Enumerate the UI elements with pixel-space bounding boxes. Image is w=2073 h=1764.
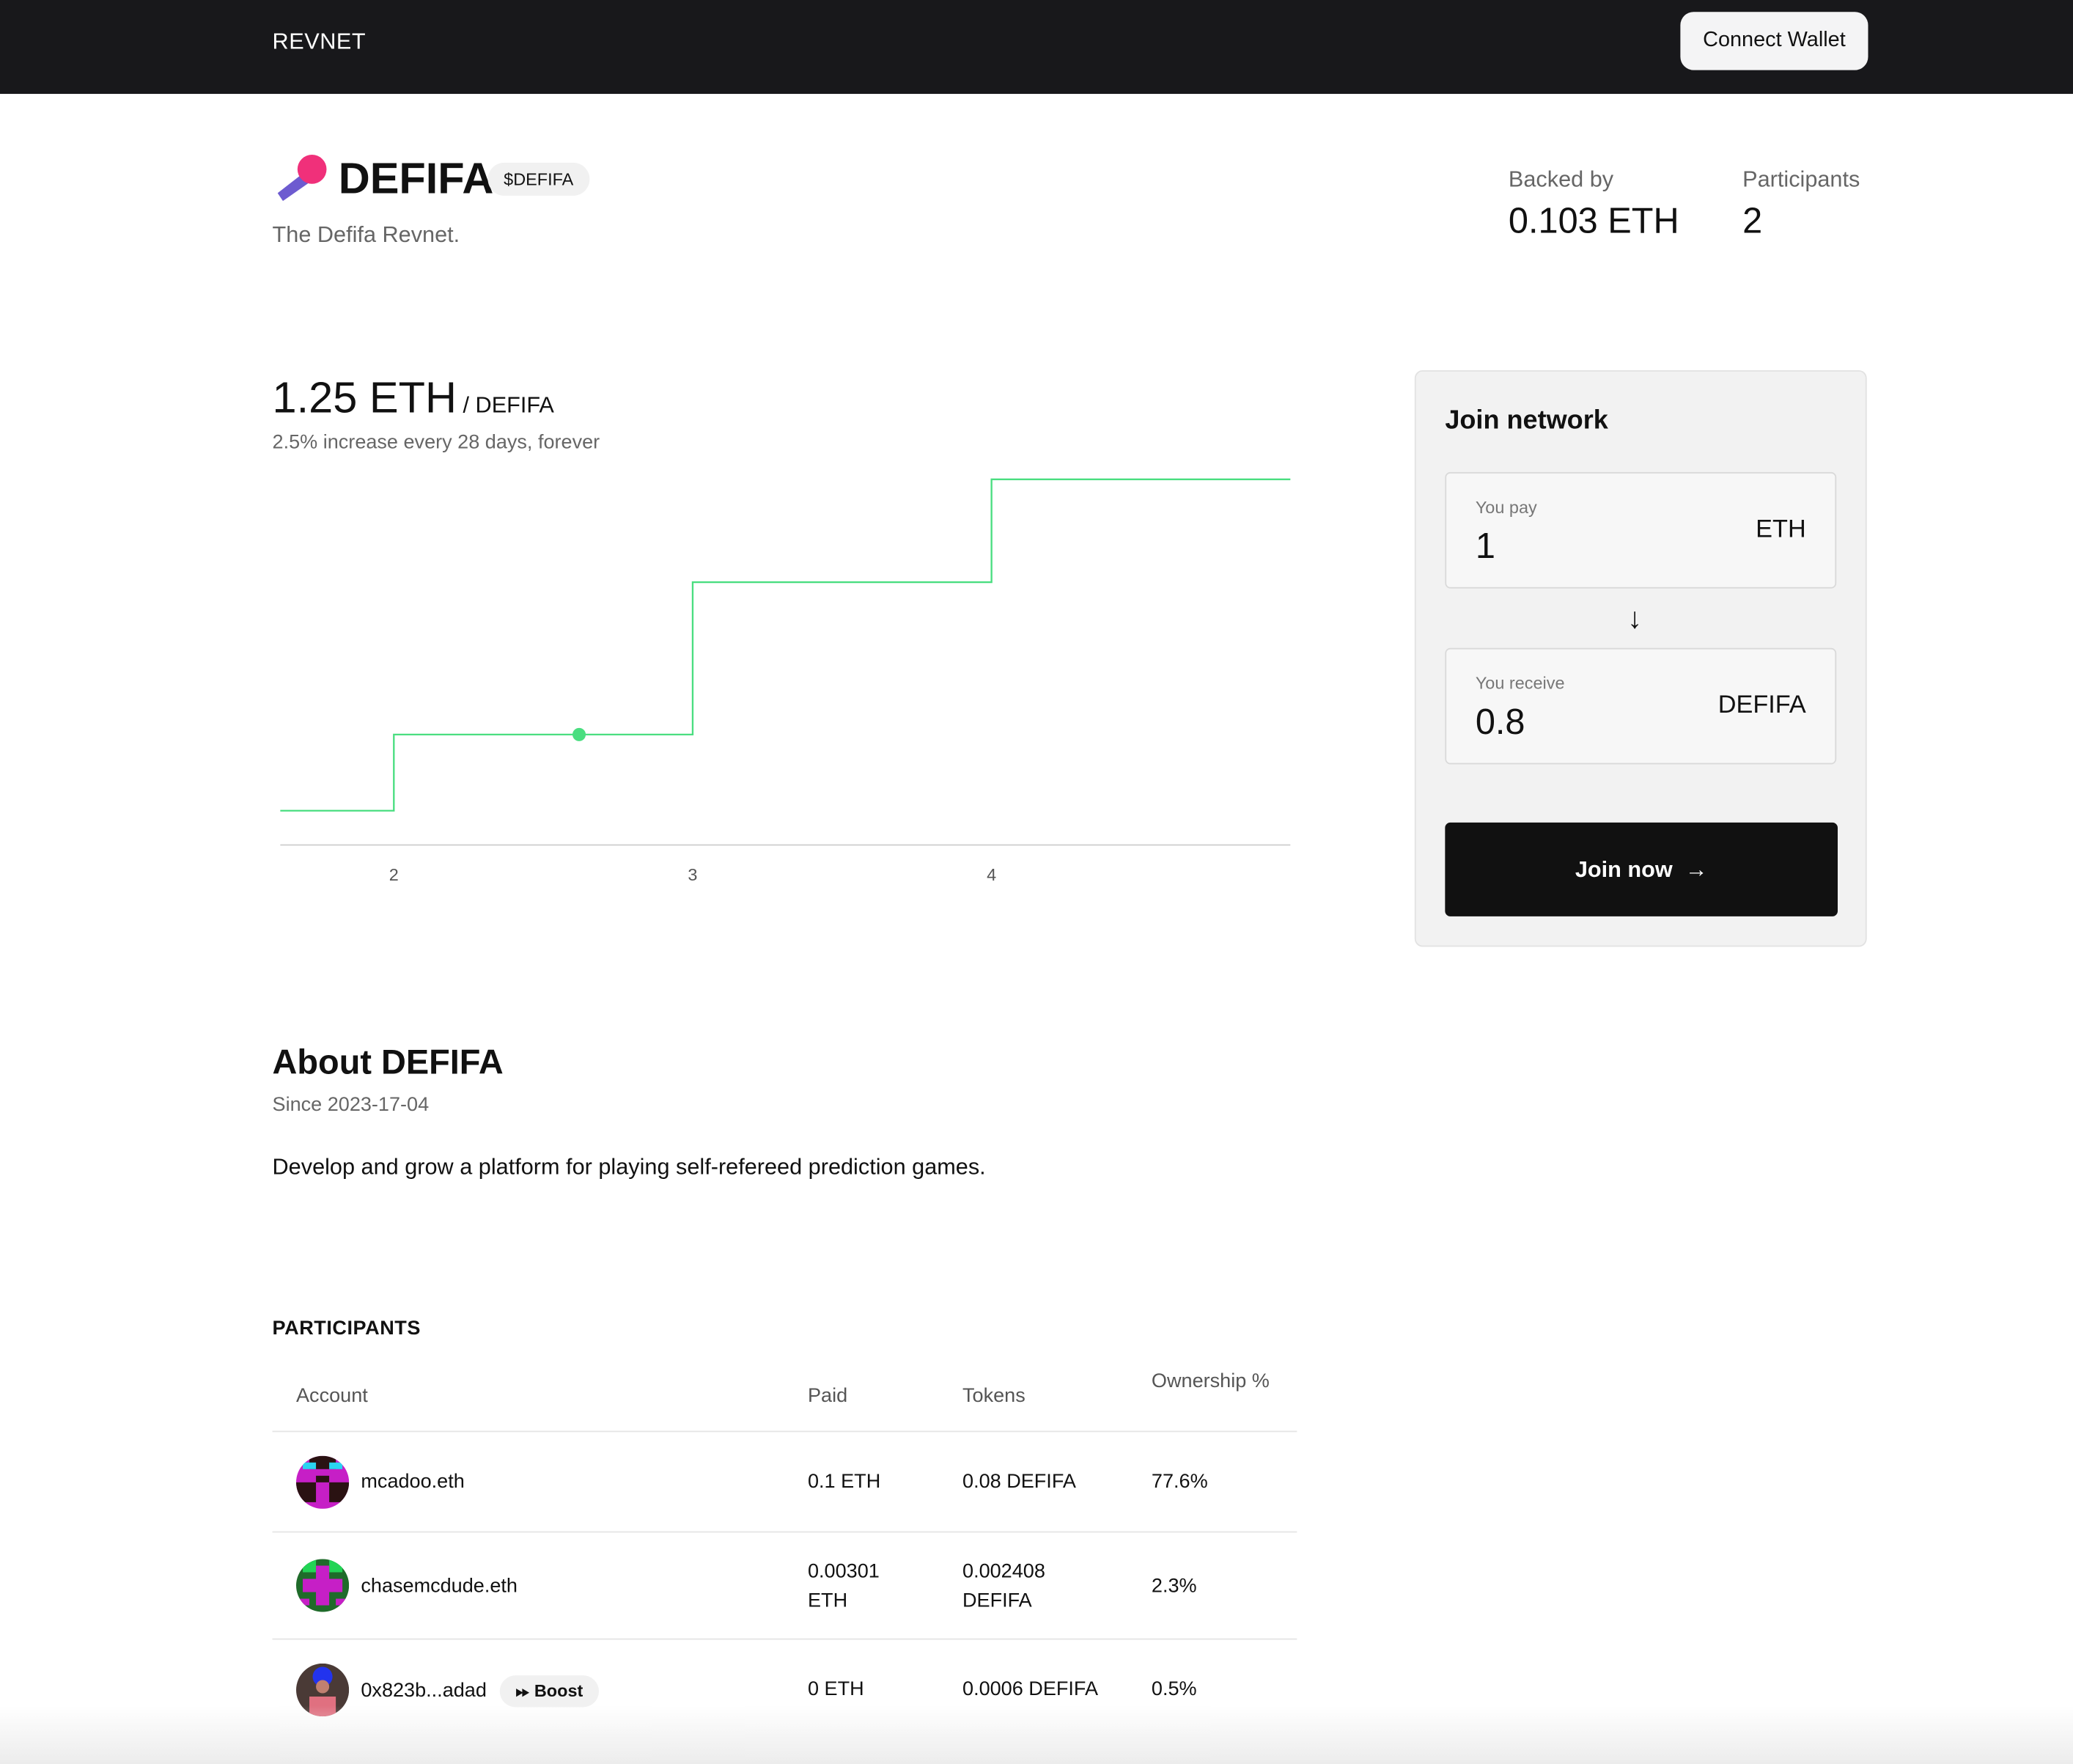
receive-field[interactable]: You receive 0.8 DEFIFA [1445,647,1837,765]
avatar [296,1455,350,1509]
receive-value: 0.8 [1475,702,1525,742]
receive-currency: DEFIFA [1717,691,1806,720]
receive-label: You receive [1475,673,1565,694]
table-row[interactable]: chasemcdude.eth 0.00301 ETH 0.002408 DEF… [272,1531,1297,1640]
tokens: 0.0006 DEFIFA [962,1677,1099,1701]
paid: 0.1 ETH [807,1470,881,1493]
pay-field[interactable]: You pay 1 ETH [1445,471,1837,589]
backed-by-label: Backed by [1508,166,1614,192]
x-tick-label: 2 [389,865,399,884]
account-name[interactable]: 0x823b...adad ⏩︎ Boost [361,1675,599,1708]
about-description: Develop and grow a platform for playing … [272,1154,986,1180]
table-row[interactable]: mcadoo.eth 0.1 ETH 0.08 DEFIFA 77.6% [272,1430,1297,1532]
tokens: 0.002408 DEFIFA [962,1560,1045,1612]
ticker-badge: $DEFIFA [487,162,589,196]
ownership: 2.3% [1151,1575,1197,1598]
col-tokens: Tokens [962,1384,1026,1408]
account-name[interactable]: mcadoo.eth [361,1468,464,1497]
project-title: DEFIFA [338,153,494,202]
join-title: Join network [1445,405,1608,436]
top-nav: REVNET Connect Wallet [0,0,2073,95]
arrow-right-icon: → [1684,856,1708,882]
x-tick-label: 3 [688,865,697,884]
connect-wallet-button[interactable]: Connect Wallet [1680,12,1868,70]
ownership: 77.6% [1151,1470,1208,1493]
account-name[interactable]: chasemcdude.eth [361,1572,518,1601]
tokens: 0.08 DEFIFA [962,1470,1076,1493]
join-network-card: Join network You pay 1 ETH ↓ You receive… [1414,370,1867,947]
project-logo-icon [277,155,327,202]
account-address[interactable]: 0x823b...adad [361,1680,487,1702]
pay-label: You pay [1475,497,1537,518]
participants-label: Participants [1742,166,1860,192]
join-now-button[interactable]: Join now → [1445,822,1838,916]
price-unit: / DEFIFA [463,392,554,418]
col-paid: Paid [807,1384,848,1408]
arrow-down-icon: ↓ [1627,601,1643,635]
x-tick-label: 4 [987,865,996,884]
token-price: 1.25 ETH / DEFIFA [273,373,554,424]
participants-value: 2 [1742,201,1763,241]
pay-input[interactable]: 1 [1476,526,1495,567]
since-date: Since 2023-17-04 [272,1093,430,1117]
boost-badge[interactable]: ⏩︎ Boost [499,1675,599,1708]
pay-currency: ETH [1756,515,1806,544]
ownership: 0.5% [1151,1677,1197,1701]
join-label: Join now [1575,856,1673,882]
brand-logo[interactable]: REVNET [273,29,367,56]
boost-label: Boost [534,1680,583,1701]
price-value: 1.25 ETH [272,372,457,422]
col-account: Account [296,1384,368,1408]
avatar [296,1559,350,1612]
participants-heading: PARTICIPANTS [272,1317,421,1340]
fast-forward-icon: ⏩︎ [515,1680,530,1701]
current-price-point [572,727,586,741]
backed-by-value: 0.103 ETH [1508,201,1679,241]
bottom-fade [0,1705,2073,1764]
price-step-line [280,478,1291,812]
paid: 0 ETH [807,1677,864,1701]
paid: 0.00301 ETH [807,1560,880,1612]
about-title: About DEFIFA [272,1042,504,1082]
project-tagline: The Defifa Revnet. [272,222,460,248]
col-ownership: Ownership % [1151,1370,1270,1393]
price-chart: 2 3 4 [280,478,1291,884]
